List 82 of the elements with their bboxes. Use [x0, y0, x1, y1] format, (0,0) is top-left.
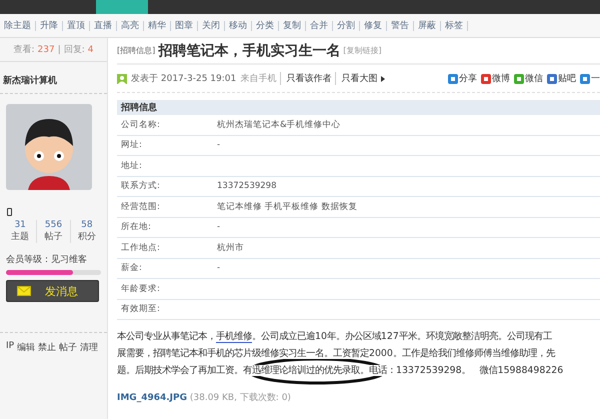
field-label: 公司名称: [120, 118, 161, 131]
author-name[interactable]: 新杰瑞计算机 [0, 62, 107, 94]
filter-link[interactable]: 只看大图 [335, 72, 378, 85]
moderation-link[interactable]: 直播 [90, 20, 117, 30]
views-label: 查看: [13, 44, 35, 56]
field-label: 地址: [120, 160, 143, 172]
admin-link[interactable]: 帖子 [59, 341, 78, 354]
field-value: - [217, 222, 220, 232]
stat-value[interactable]: 556 [44, 220, 62, 230]
replies-count: 4 [88, 44, 94, 54]
stat-value[interactable]: 58 [81, 220, 93, 230]
send-message-button[interactable]: 发消息 [6, 280, 99, 302]
moderation-link[interactable]: 合并 [306, 20, 333, 30]
moderation-link[interactable]: 高亮 [117, 20, 144, 30]
moderation-link[interactable]: 警告 [387, 20, 414, 30]
field-label: 联系方式: [120, 180, 161, 192]
moderation-link[interactable]: 复制 [279, 20, 306, 30]
moderation-link[interactable]: 除主题 [0, 20, 36, 30]
stat-label: 主题 [11, 230, 30, 243]
stat-label: 积分 [78, 230, 96, 243]
field-label: 薪金: [120, 262, 143, 274]
field-value: 笔记本维修 手机平板维修 数据恢复 [217, 200, 358, 213]
post-text: 本公司专业从事笔记本，手机维修。公司成立已逾10年。办公区域127平米。环境宽敞整洁明亮。公司现有工 [117, 331, 552, 342]
moderation-link[interactable]: 屏蔽 [414, 20, 441, 30]
field-value: - [217, 263, 220, 274]
share-service-icon [547, 74, 557, 84]
field-label: 有效期至: [120, 303, 161, 316]
moderation-link[interactable]: 关闭 [198, 20, 225, 30]
field-label: 所在地: [120, 221, 152, 234]
moderation-link[interactable]: 标签 [441, 20, 468, 30]
thread-category[interactable]: [招聘信息] [117, 45, 156, 56]
attachment-link[interactable]: IMG_4964.JPG [117, 393, 187, 403]
nav-highlight [96, 0, 148, 14]
field-label: 年龄要求: [120, 282, 161, 295]
moderation-link[interactable]: 移动 [225, 20, 252, 30]
field-label: 工作地点: [120, 242, 161, 254]
replies-label: 回复: [64, 44, 85, 56]
field-value: 杭州杰瑞笔记本&手机维修中心 [217, 118, 341, 131]
stat-label: 帖子 [44, 230, 62, 243]
moderation-link[interactable]: 分类 [252, 20, 279, 30]
share-service-icon [481, 74, 491, 84]
table-heading: 招聘信息 [117, 100, 600, 115]
field-label: 网址: [120, 139, 143, 152]
admin-link[interactable]: 清理 [80, 341, 98, 354]
post-time: 发表于 2017-3-25 19:01 [131, 72, 236, 85]
moderation-link[interactable]: 置顶 [63, 20, 90, 30]
share-link[interactable]: 微信 [514, 72, 543, 85]
attachment-info: (38.09 KB, 下载次数: 0) [190, 393, 291, 403]
moderation-link[interactable]: 升降 [36, 20, 63, 30]
thread-title: 招聘笔记本，手机实习生一名 [158, 42, 340, 60]
share-link[interactable]: 分享 [448, 72, 477, 85]
copy-link[interactable]: [复制链接] [343, 45, 382, 56]
field-value: 13372539298 [217, 181, 276, 192]
post-source: 来自手机 [240, 72, 276, 85]
separator: | [58, 44, 61, 54]
field-value: - [217, 140, 220, 150]
envelope-icon [17, 286, 31, 296]
filter-link[interactable]: 只看该作者 [280, 72, 332, 85]
post-text: 展需要，招聘笔记本和手机的芯片级维修实习生一名。工资暂定2000。工作是给我们维修师傅当维修助理，先 [117, 348, 555, 359]
share-service-icon [514, 74, 524, 84]
admin-link[interactable]: 编辑 [17, 341, 36, 354]
admin-link[interactable]: 禁止 [38, 341, 56, 354]
moderation-link[interactable]: 修复 [360, 20, 387, 30]
share-service-icon [448, 74, 458, 84]
phone-icon [7, 208, 12, 216]
share-link[interactable]: 贴吧 [547, 72, 576, 85]
post-text: 题。后期技术学会了再加工资。有迅维理论培训过的优先录取。电话：13372539298。 微信15988498226 [117, 365, 564, 376]
text-link[interactable]: 手机维修 [216, 331, 252, 343]
views-count: 237 [38, 44, 55, 54]
share-service-icon [580, 74, 590, 84]
stat-value[interactable]: 31 [14, 220, 26, 230]
moderation-link[interactable]: 精华 [144, 20, 171, 30]
field-value: 杭州市 [217, 242, 244, 254]
share-link[interactable]: 一 [580, 72, 600, 85]
user-icon [117, 74, 127, 84]
moderation-link[interactable]: 图章 [171, 20, 198, 30]
moderation-link[interactable]: 分割 [333, 20, 360, 30]
member-level: 会员等级：见习维客 [6, 254, 88, 266]
share-link[interactable]: 微博 [481, 72, 510, 85]
admin-link[interactable]: IP [6, 341, 14, 354]
triangle-icon [381, 76, 386, 82]
field-label: 经营范围: [120, 200, 161, 213]
